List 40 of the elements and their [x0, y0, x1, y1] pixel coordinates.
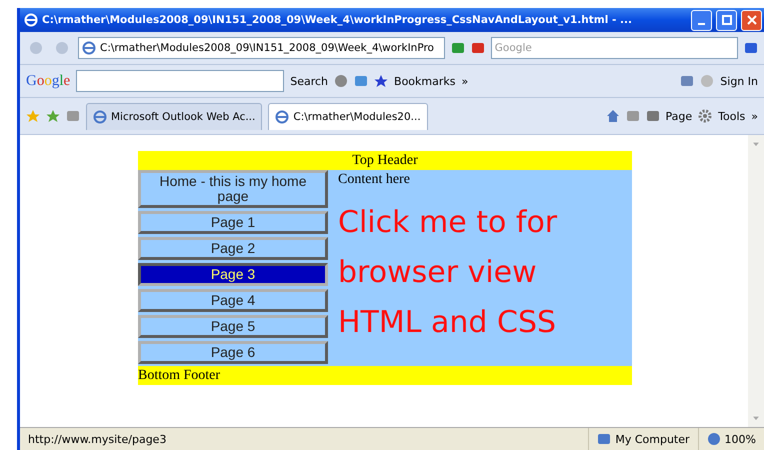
browser-icon[interactable]: [275, 110, 290, 124]
maximize-icon: [722, 15, 732, 25]
maximize-button[interactable]: [716, 10, 737, 30]
nav-link[interactable]: Page 4: [138, 289, 328, 312]
browser-tab[interactable]: Microsoft Outlook Web Ac...: [86, 102, 262, 130]
google-search-field[interactable]: [76, 70, 284, 92]
nav-link[interactable]: Page 6: [138, 341, 328, 364]
nav-link[interactable]: Home - this is my home page: [138, 170, 328, 208]
add-favorite-icon[interactable]: [46, 109, 60, 123]
close-button[interactable]: [741, 10, 762, 30]
window-title: C:\rmather\Modules2008_09\IN151_2008_09\Week_4\workInProgress_CssNavAndLayout_v1.html - ...: [42, 14, 632, 26]
browser-icon[interactable]: [93, 110, 107, 124]
minimize-icon: [698, 23, 705, 25]
minimize-button[interactable]: [691, 10, 712, 30]
star-icon[interactable]: [374, 74, 388, 88]
zone-label: My Computer: [615, 432, 690, 446]
page-menu[interactable]: Page: [666, 110, 692, 122]
status-url: http://www.mysite/page3: [28, 432, 166, 446]
nav-link[interactable]: Page 1: [138, 211, 328, 234]
bookmarks-button[interactable]: Bookmarks: [394, 74, 456, 88]
nav-link[interactable]: Page 2: [138, 237, 328, 260]
tools-menu[interactable]: Tools: [718, 110, 746, 122]
top-header: Top Header: [138, 151, 632, 170]
search-button[interactable]: Search: [290, 74, 328, 88]
browser-icon[interactable]: [82, 41, 96, 55]
nav-link[interactable]: Page 3: [138, 263, 328, 286]
scrollbar[interactable]: [748, 135, 764, 427]
home-icon[interactable]: [606, 109, 620, 123]
gear-icon[interactable]: [698, 109, 712, 123]
sign-in-button[interactable]: Sign In: [720, 74, 758, 88]
content-label: Content here: [338, 172, 411, 188]
overflow-button[interactable]: »: [462, 74, 468, 88]
browser-tab[interactable]: C:\rmather\Modules20...: [268, 102, 428, 130]
google-logo: Google: [26, 72, 70, 90]
bottom-footer: Bottom Footer: [138, 366, 632, 385]
star-icon[interactable]: [26, 109, 40, 123]
address-field[interactable]: C:\rmather\Modules2008_09\IN151_2008_09\Week_4\workInPro: [78, 37, 445, 59]
nav-link[interactable]: Page 5: [138, 315, 328, 338]
zoom-level[interactable]: 100%: [724, 432, 756, 446]
overflow-button[interactable]: »: [751, 110, 758, 122]
